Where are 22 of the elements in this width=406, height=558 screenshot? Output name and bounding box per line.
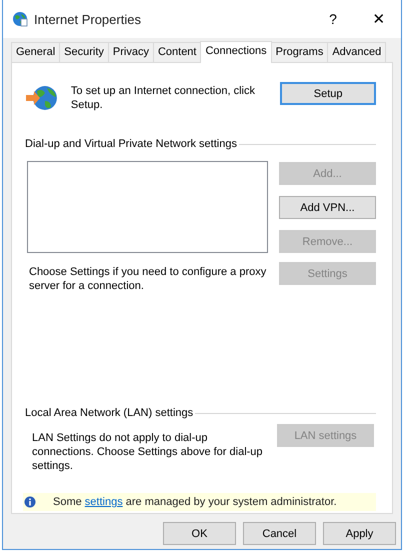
info-icon	[24, 496, 36, 508]
group-heading: Dial-up and Virtual Private Network settings	[25, 138, 237, 150]
setup-text: To set up an Internet connection, click Setup.	[70, 84, 256, 112]
help-button[interactable]: ?	[323, 11, 343, 27]
window-title: Internet Properties	[34, 12, 142, 26]
tab[interactable]: Connections	[200, 41, 272, 63]
close-button[interactable]: ✕	[369, 10, 389, 28]
tab[interactable]: General	[11, 42, 60, 62]
connection-list[interactable]	[27, 161, 268, 253]
dialup-button[interactable]: Add VPN...	[279, 196, 376, 219]
group-heading: Local Area Network (LAN) settings	[25, 407, 194, 419]
proxy-text: Choose Settings if you need to configure a proxy server for a connection.	[29, 265, 268, 293]
info-message: Some settings are managed by your system administrator.	[53, 496, 337, 508]
dialog-button[interactable]: OK	[163, 522, 236, 545]
dialog-button[interactable]: Cancel	[243, 522, 316, 545]
settings-link[interactable]: settings	[84, 496, 123, 508]
lan-text: LAN Settings do not apply to dial-up connections. Choose Settings above for dial-up settings.	[32, 431, 264, 473]
tab[interactable]: Advanced	[327, 42, 386, 62]
setup-button[interactable]: Setup	[280, 82, 376, 105]
globe-arrow-icon	[25, 84, 59, 112]
dialog-button[interactable]: Apply	[323, 522, 396, 545]
globe-icon	[12, 11, 28, 27]
